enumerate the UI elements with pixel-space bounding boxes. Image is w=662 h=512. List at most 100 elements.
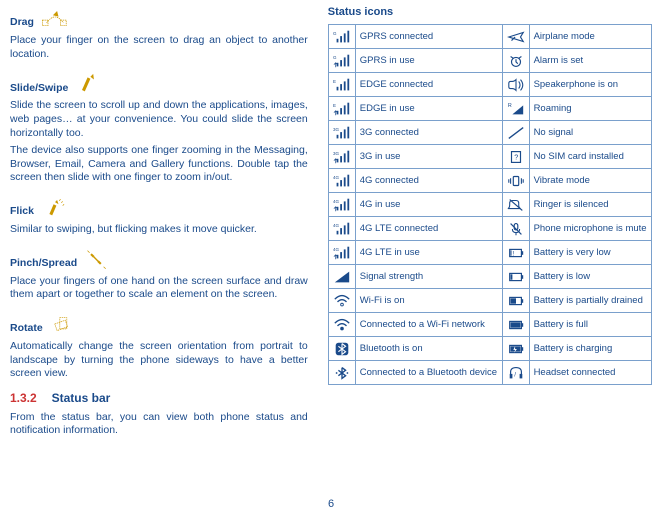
status-label: Signal strength (355, 265, 502, 289)
svg-text:E: E (333, 79, 336, 84)
status-label: Battery is low (529, 265, 651, 289)
bluetooth-connected-icon (328, 361, 355, 385)
slide-title: Slide/Swipe (10, 82, 68, 96)
table-row: GGPRS in useAlarm is set (328, 49, 651, 73)
table-row: 4G4G LTE connected Phone microphone is mu… (328, 217, 651, 241)
status-label: Speakerphone is on (529, 73, 651, 97)
status-label: Ringer is silenced (529, 193, 651, 217)
pinch-body: Place your fingers of one hand on the sc… (10, 275, 308, 302)
status-label: Bluetooth is on (355, 337, 502, 361)
gesture-rotate: Rotate Automatically change the screen o… (10, 312, 308, 381)
3g-connected-icon: 3G (328, 121, 355, 145)
svg-text:R: R (507, 103, 511, 109)
svg-text:/: / (514, 371, 516, 378)
battery-full-icon (502, 313, 529, 337)
battery-low-icon (502, 265, 529, 289)
section-title: Status bar (52, 391, 111, 405)
svg-text:3G: 3G (333, 151, 340, 156)
status-label: Battery is partially drained (529, 289, 651, 313)
slide-gesture-icon (75, 71, 103, 95)
4g-in-use-icon: 4G (328, 193, 355, 217)
drag-body: Place your finger on the screen to drag … (10, 34, 308, 61)
status-label: Battery is very low (529, 241, 651, 265)
status-label: Wi-Fi is on (355, 289, 502, 313)
3g-in-use-icon: 3G (328, 145, 355, 169)
slide-body1: Slide the screen to scroll up and down t… (10, 99, 308, 140)
section-statusbar: 1.3.2 Status bar From the status bar, yo… (10, 391, 308, 438)
bluetooth-on-icon (328, 337, 355, 361)
roaming-icon: R (502, 97, 529, 121)
status-label: 4G LTE connected (355, 217, 502, 241)
svg-text:E: E (333, 103, 336, 108)
svg-text:?: ? (514, 152, 518, 161)
status-label: Roaming (529, 97, 651, 121)
status-label: Phone microphone is mute (529, 217, 651, 241)
svg-text:4G: 4G (333, 199, 340, 204)
wifi-connected-icon (328, 313, 355, 337)
status-label: EDGE connected (355, 73, 502, 97)
edge-in-use-icon: E (328, 97, 355, 121)
flick-body: Similar to swiping, but flicking makes i… (10, 223, 308, 237)
gesture-flick: Flick Similar to swiping, but flicking m… (10, 195, 308, 237)
table-row: 3G 3G in use? No SIM card installed (328, 145, 651, 169)
table-row: Connected to a Wi-Fi network Battery is f… (328, 313, 651, 337)
table-row: E EDGE in use R Roaming (328, 97, 651, 121)
svg-text:!: ! (512, 250, 514, 257)
flick-gesture-icon (41, 195, 69, 219)
table-row: 3G3G connected No signal (328, 121, 651, 145)
svg-text:4G: 4G (333, 247, 340, 252)
table-row: 4G 4G in use Ringer is silenced (328, 193, 651, 217)
svg-text:G: G (333, 31, 337, 36)
table-row: 4G 4G LTE in use! Battery is very low (328, 241, 651, 265)
status-label: Connected to a Wi-Fi network (355, 313, 502, 337)
battery-very-low-icon: ! (502, 241, 529, 265)
4g-lte-in-use-icon: 4G (328, 241, 355, 265)
section-number: 1.3.2 (10, 391, 37, 405)
headset-connected-icon: / (502, 361, 529, 385)
status-label: EDGE in use (355, 97, 502, 121)
status-label: No SIM card installed (529, 145, 651, 169)
speakerphone-icon (502, 73, 529, 97)
status-label: 3G connected (355, 121, 502, 145)
edge-connected-icon: E (328, 73, 355, 97)
slide-body2: The device also supports one finger zoom… (10, 144, 308, 185)
battery-partial-icon (502, 289, 529, 313)
gprs-connected-icon: G (328, 25, 355, 49)
wifi-on-icon (328, 289, 355, 313)
table-row: Wi-Fi is on Battery is partially drained (328, 289, 651, 313)
mic-mute-icon (502, 217, 529, 241)
alarm-set-icon (502, 49, 529, 73)
table-row: G GPRS connected Airplane mode (328, 25, 651, 49)
status-label: Battery is full (529, 313, 651, 337)
status-label: Alarm is set (529, 49, 651, 73)
4g-connected-icon: 4G (328, 169, 355, 193)
section-body: From the status bar, you can view both p… (10, 411, 308, 438)
table-row: E EDGE connected Speakerphone is on (328, 73, 651, 97)
gesture-drag: Drag Place your finger on the screen to … (10, 6, 308, 61)
drag-gesture-icon (41, 6, 69, 30)
gesture-pinch: Pinch/Spread Place your fingers of one h… (10, 247, 308, 302)
status-label: GPRS in use (355, 49, 502, 73)
status-icons-table: G GPRS connected Airplane modeG GPRS in use… (328, 24, 652, 385)
ringer-silenced-icon (502, 193, 529, 217)
status-label: 4G in use (355, 193, 502, 217)
pinch-gesture-icon (84, 247, 112, 271)
drag-title: Drag (10, 16, 34, 30)
status-label: GPRS connected (355, 25, 502, 49)
status-label: Airplane mode (529, 25, 651, 49)
rotate-gesture-icon (50, 312, 78, 336)
status-icons-heading: Status icons (328, 6, 652, 18)
status-label: Battery is charging (529, 337, 651, 361)
battery-charging-icon (502, 337, 529, 361)
pinch-title: Pinch/Spread (10, 257, 77, 271)
status-label: 3G in use (355, 145, 502, 169)
status-label: 4G LTE in use (355, 241, 502, 265)
no-sim-icon: ? (502, 145, 529, 169)
status-label: 4G connected (355, 169, 502, 193)
status-label: No signal (529, 121, 651, 145)
4g-lte-connected-icon: 4G (328, 217, 355, 241)
page-number: 6 (328, 498, 334, 510)
status-label: Vibrate mode (529, 169, 651, 193)
flick-title: Flick (10, 205, 34, 219)
table-row: Bluetooth is on Battery is charging (328, 337, 651, 361)
